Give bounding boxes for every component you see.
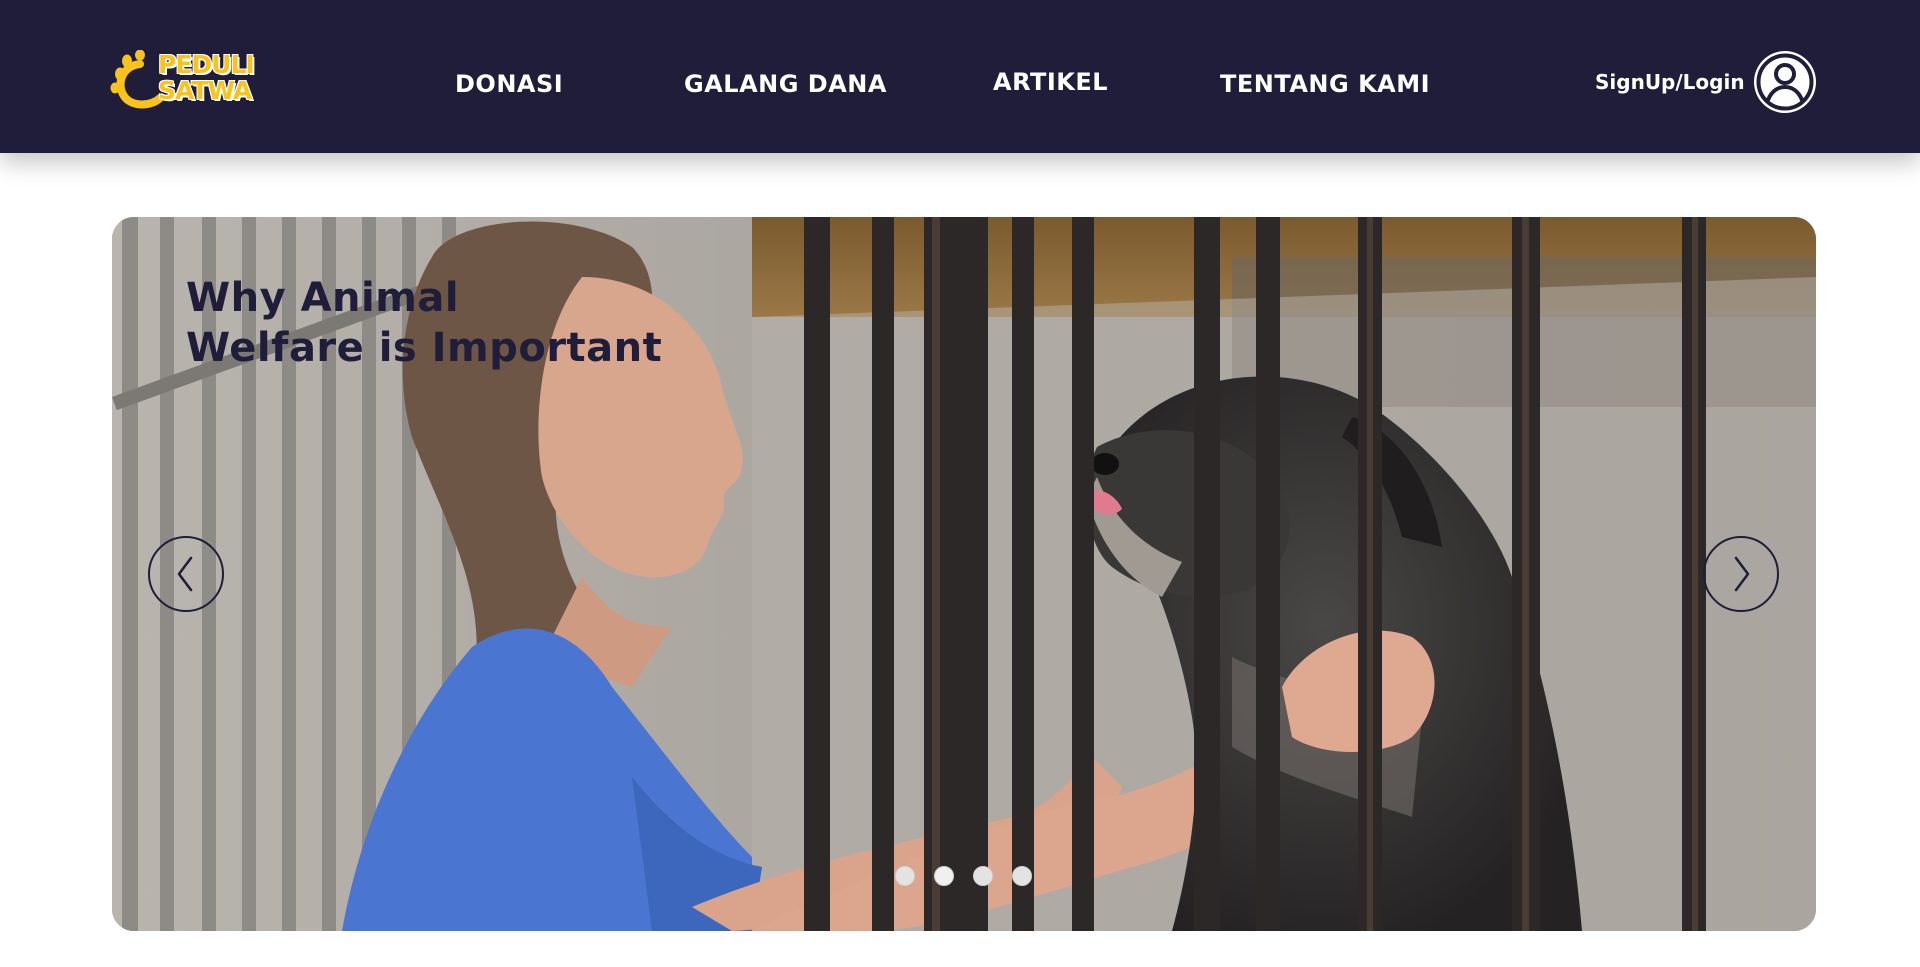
nav-artikel[interactable]: ARTIKEL — [993, 68, 1108, 96]
carousel-dot-2[interactable] — [934, 866, 954, 886]
chevron-right-icon — [1734, 556, 1750, 592]
carousel-dots — [895, 866, 1032, 886]
carousel-next-button[interactable] — [1703, 536, 1779, 612]
user-circle-icon[interactable] — [1753, 50, 1817, 114]
chevron-left-icon — [177, 556, 193, 592]
carousel-dot-3[interactable] — [973, 866, 993, 886]
signup-login-label: SignUp/Login — [1595, 70, 1745, 94]
hero-carousel: Why Animal Welfare is Important — [112, 217, 1816, 931]
nav-tentang-kami[interactable]: TENTANG KAMI — [1220, 70, 1430, 98]
signup-login-button[interactable]: SignUp/Login — [1595, 50, 1817, 114]
hero-title: Why Animal Welfare is Important — [186, 273, 662, 373]
nav-donasi[interactable]: DONASI — [455, 70, 563, 98]
carousel-prev-button[interactable] — [148, 536, 224, 612]
carousel-dot-1[interactable] — [895, 866, 915, 886]
hero-title-line-1: Why Animal — [186, 275, 460, 321]
nav-galang-dana[interactable]: GALANG DANA — [684, 70, 887, 98]
site-header: PEDULI SATWA DONASI GALANG DANA ARTIKEL … — [0, 0, 1920, 153]
hero-title-line-2: Welfare is Important — [186, 325, 663, 371]
carousel-dot-4[interactable] — [1012, 866, 1032, 886]
